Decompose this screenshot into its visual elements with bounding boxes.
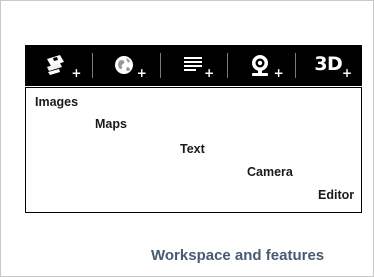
label-maps: Maps bbox=[95, 117, 127, 131]
figure-caption: Workspace and features bbox=[151, 247, 325, 264]
label-camera: Camera bbox=[247, 165, 293, 179]
3d-add-icon: 3D bbox=[314, 52, 343, 75]
plus-icon: + bbox=[136, 66, 147, 80]
maps-add-icon bbox=[115, 55, 134, 74]
add-images-button[interactable]: + bbox=[25, 45, 92, 86]
label-text: Text bbox=[180, 142, 205, 156]
camera-add-icon bbox=[251, 54, 268, 76]
add-3d-button[interactable]: 3D + bbox=[294, 45, 362, 86]
plus-icon: + bbox=[71, 66, 82, 80]
text-add-icon bbox=[183, 56, 202, 71]
add-text-button[interactable]: + bbox=[159, 45, 227, 86]
plus-icon: + bbox=[341, 66, 353, 80]
label-images: Images bbox=[35, 95, 79, 109]
add-maps-button[interactable]: + bbox=[92, 45, 159, 86]
feature-toolbar: + + + + 3D + bbox=[25, 45, 362, 86]
add-camera-button[interactable]: + bbox=[227, 45, 294, 86]
feature-labels-panel: Images Maps Text Camera Editor bbox=[25, 87, 362, 213]
workspace-frame: + + + + 3D + Images Maps Text Camera Edi… bbox=[0, 0, 374, 277]
images-add-icon bbox=[46, 54, 64, 75]
plus-icon: + bbox=[204, 66, 215, 80]
plus-icon: + bbox=[273, 66, 284, 80]
label-editor: Editor bbox=[318, 188, 355, 202]
